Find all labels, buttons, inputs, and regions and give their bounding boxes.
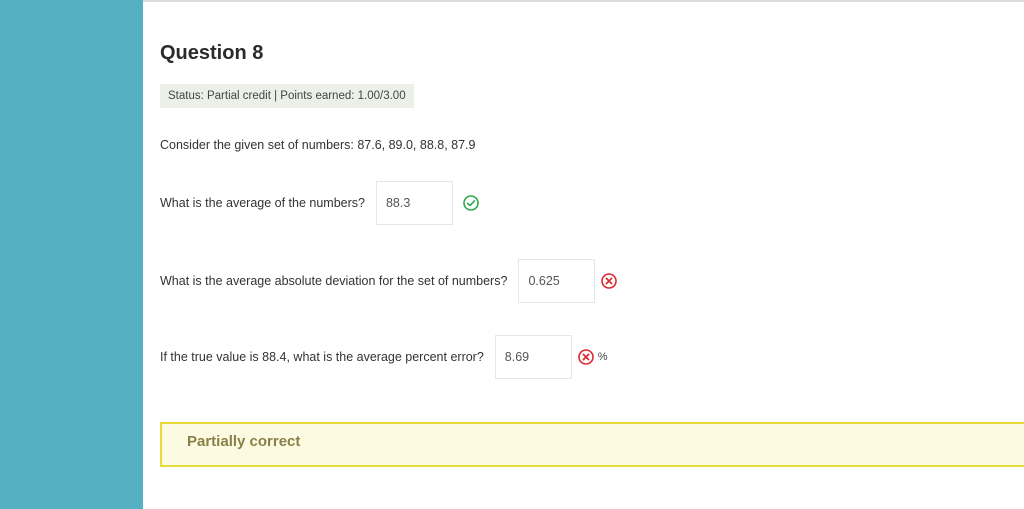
feedback-banner: Partially correct	[160, 422, 1024, 467]
part-1-label: What is the average of the numbers?	[160, 196, 365, 210]
feedback-text: Partially correct	[187, 433, 301, 450]
question-panel: Question 8 Status: Partial credit | Poin…	[160, 0, 1024, 509]
part-3-label: If the true value is 88.4, what is the a…	[160, 350, 484, 364]
sidebar	[0, 0, 143, 509]
part-2-answer-field[interactable]: 0.625	[518, 259, 596, 303]
part-1-answer-field[interactable]: 88.3	[375, 181, 453, 225]
question-prompt: Consider the given set of numbers: 87.6,…	[160, 138, 476, 152]
question-title: Question 8	[160, 42, 264, 64]
question-part-1: What is the average of the numbers? 88.3	[160, 181, 479, 225]
percent-unit: %	[597, 351, 608, 363]
x-circle-icon	[577, 349, 594, 365]
part-2-label: What is the average absolute deviation f…	[160, 274, 508, 288]
x-circle-icon	[601, 273, 618, 289]
part-3-answer-field[interactable]: 8.69	[494, 335, 572, 379]
question-part-2: What is the average absolute deviation f…	[160, 259, 618, 303]
status-badge: Status: Partial credit | Points earned: …	[160, 84, 414, 108]
question-part-3: If the true value is 88.4, what is the a…	[160, 335, 608, 379]
check-circle-icon	[463, 195, 479, 211]
